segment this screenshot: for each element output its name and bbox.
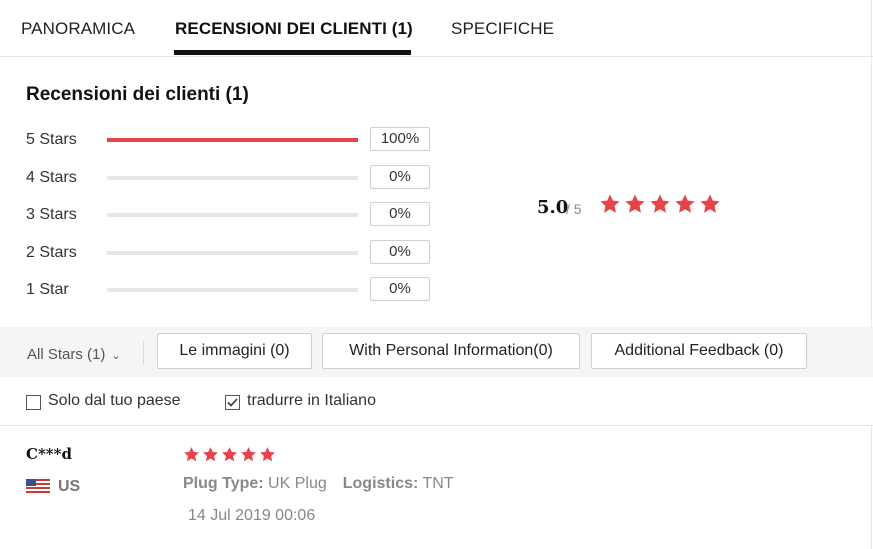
checkbox-label: Solo dal tuo paese [48, 392, 181, 409]
rating-row-2[interactable]: 2 Stars 0% [26, 240, 446, 266]
plug-type-value: UK Plug [268, 475, 327, 492]
us-flag-icon [26, 479, 50, 493]
star-icon [241, 447, 256, 462]
checkbox-unchecked[interactable] [26, 395, 41, 410]
star-icon [184, 447, 199, 462]
rating-row-5[interactable]: 5 Stars 100% [26, 127, 446, 153]
rating-percent: 0% [370, 240, 430, 264]
tab-recensioni[interactable]: RECENSIONI DEI CLIENTI (1) [175, 19, 413, 39]
star-icon [203, 447, 218, 462]
plug-type-label: Plug Type: [183, 475, 264, 492]
review-date: 14 Jul 2019 00:06 [188, 507, 316, 524]
logistics-value: TNT [422, 475, 454, 492]
rating-row-label: 2 Stars [26, 244, 77, 261]
review-stars [183, 446, 276, 463]
star-icon [650, 194, 670, 213]
checkbox-label: tradurre in Italiano [247, 392, 376, 409]
rating-percent: 0% [370, 202, 430, 226]
star-icon [222, 447, 237, 462]
filter-bar: All Stars (1) ⌄ Le immagini (0) With Pers… [0, 327, 873, 426]
divider [143, 341, 144, 365]
rating-row-1[interactable]: 1 Star 0% [26, 277, 446, 303]
rating-bar-track [107, 213, 358, 217]
rating-bar-track [107, 138, 358, 142]
filter-additional-feedback-button[interactable]: Additional Feedback (0) [591, 333, 807, 369]
all-stars-label: All Stars (1) [27, 346, 106, 363]
rating-row-4[interactable]: 4 Stars 0% [26, 165, 446, 191]
reviews-summary-title: Recensioni dei clienti (1) [26, 84, 249, 105]
rating-row-label: 4 Stars [26, 169, 77, 186]
tab-bar: PANORAMICA RECENSIONI DEI CLIENTI (1) SP… [0, 0, 873, 57]
checkmark-icon [227, 398, 238, 407]
rating-row-label: 5 Stars [26, 131, 77, 148]
rating-bar-fill [107, 138, 358, 142]
rating-row-3[interactable]: 3 Stars 0% [26, 202, 446, 228]
star-icon [625, 194, 645, 213]
filter-images-button[interactable]: Le immagini (0) [157, 333, 312, 369]
tab-specifiche[interactable]: SPECIFICHE [451, 19, 554, 39]
review-meta: Plug Type: UK Plug Logistics: TNT [183, 475, 454, 493]
chevron-down-icon: ⌄ [111, 350, 121, 362]
all-stars-dropdown[interactable]: All Stars (1) ⌄ [27, 346, 121, 363]
reviews-panel [0, 0, 872, 549]
star-icon [675, 194, 695, 213]
rating-percent: 0% [370, 277, 430, 301]
star-icon [700, 194, 720, 213]
logistics-label: Logistics: [342, 475, 419, 492]
rating-bar-track [107, 176, 358, 180]
rating-bar-track [107, 251, 358, 255]
average-out-of: / 5 [566, 201, 582, 217]
rating-bar-track [107, 288, 358, 292]
star-icon [600, 194, 620, 213]
rating-row-label: 3 Stars [26, 206, 77, 223]
rating-percent: 0% [370, 165, 430, 189]
star-icon [260, 447, 275, 462]
rating-row-label: 1 Star [26, 281, 69, 298]
reviewer-name: C***d [26, 445, 72, 463]
average-stars [599, 193, 721, 215]
rating-percent: 100% [370, 127, 430, 151]
average-score: 5.0 [537, 197, 569, 218]
reviewer-country: US [58, 478, 81, 495]
tab-panoramica[interactable]: PANORAMICA [21, 19, 135, 39]
filter-personal-info-button[interactable]: With Personal Information(0) [322, 333, 580, 369]
active-tab-underline [174, 50, 411, 55]
checkbox-checked[interactable] [225, 395, 240, 410]
